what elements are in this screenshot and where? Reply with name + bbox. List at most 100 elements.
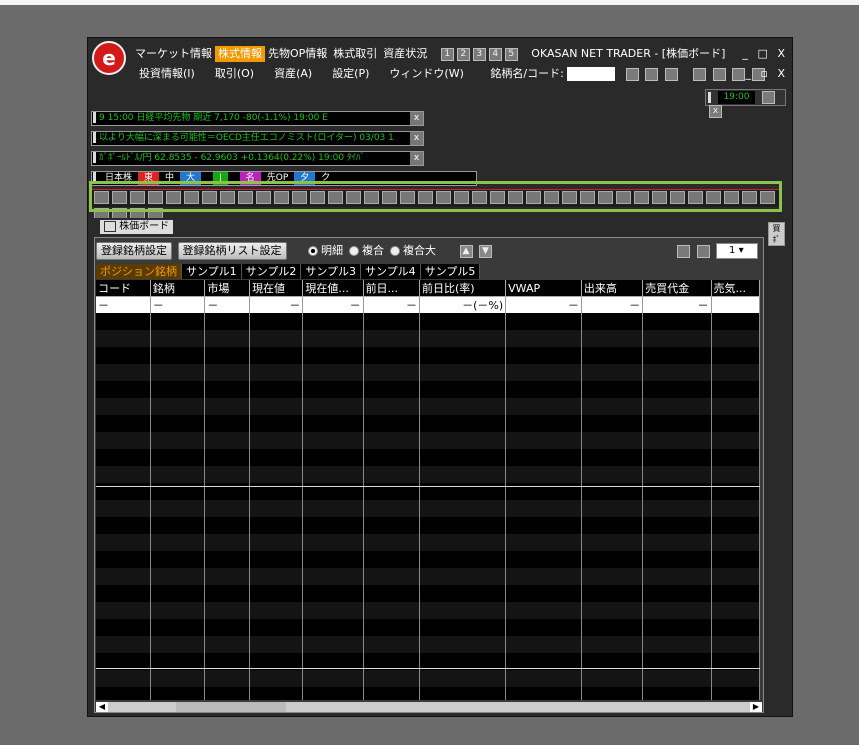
- menu-item-4[interactable]: 資産状況: [380, 46, 430, 62]
- close-button[interactable]: X: [774, 46, 788, 62]
- view-mode-radio[interactable]: 複合大: [390, 244, 436, 257]
- menu-item-0[interactable]: マーケット情報: [132, 46, 215, 62]
- table-cell: [96, 551, 151, 568]
- table-row[interactable]: [96, 466, 760, 483]
- column-header[interactable]: コード: [96, 280, 151, 297]
- minimize-button[interactable]: _: [740, 46, 752, 62]
- clock-close-icon[interactable]: x: [709, 105, 722, 118]
- table-cell: [581, 313, 644, 330]
- table-row[interactable]: [96, 364, 760, 381]
- tool-icon[interactable]: [693, 67, 707, 81]
- table-row[interactable]: [96, 313, 760, 330]
- side-tab-buy-position[interactable]: 買ﾎﾟ: [768, 222, 785, 246]
- menu-item-3[interactable]: 株式取引: [330, 46, 380, 62]
- table-row[interactable]: [96, 619, 760, 636]
- column-header[interactable]: VWAP: [505, 280, 582, 297]
- quick-slot-button[interactable]: 1: [440, 47, 454, 61]
- column-header[interactable]: 出来高: [581, 280, 644, 297]
- menu2-item-0[interactable]: 投資情報(I): [136, 66, 198, 82]
- table-row[interactable]: [96, 330, 760, 347]
- table-cell: [302, 568, 364, 585]
- column-header[interactable]: 市場: [204, 280, 251, 297]
- table-cell: [249, 347, 304, 364]
- table-row[interactable]: [96, 585, 760, 602]
- table-row[interactable]: [96, 381, 760, 398]
- window-icon[interactable]: [696, 244, 710, 258]
- column-header[interactable]: 売気...: [711, 280, 760, 297]
- quick-slot-button[interactable]: 3: [472, 47, 486, 61]
- table-row[interactable]: －－－－－－－(－%) －－－: [96, 296, 760, 313]
- table-cell: [96, 381, 151, 398]
- quick-slot-button[interactable]: 4: [488, 47, 502, 61]
- table-row[interactable]: [96, 534, 760, 551]
- tab-1[interactable]: サンプル1: [182, 264, 242, 279]
- tool-icon[interactable]: [625, 67, 639, 81]
- table-row[interactable]: [96, 432, 760, 449]
- scroll-right-icon[interactable]: ▶: [750, 702, 762, 712]
- ticker-close-icon[interactable]: x: [410, 152, 423, 165]
- menu2-item-2[interactable]: 資産(A): [271, 66, 315, 82]
- view-mode-radio[interactable]: 複合: [349, 244, 384, 257]
- table-cell: [150, 381, 206, 398]
- table-row[interactable]: [96, 347, 760, 364]
- mdi-minimize-button[interactable]: _: [742, 66, 754, 82]
- table-row[interactable]: [96, 398, 760, 415]
- tab-3[interactable]: サンプル3: [301, 264, 362, 279]
- menu2-item-1[interactable]: 取引(O): [212, 66, 257, 82]
- quick-slot-button[interactable]: 2: [456, 47, 470, 61]
- table-cell: [363, 381, 421, 398]
- layout-icon[interactable]: [677, 244, 690, 258]
- menu-item-2[interactable]: 先物OP情報: [265, 46, 330, 62]
- table-row[interactable]: [96, 500, 760, 517]
- column-header[interactable]: 現在値...: [302, 280, 364, 297]
- maximize-button[interactable]: □: [755, 46, 771, 62]
- register-list-button[interactable]: 登録銘柄リスト設定: [177, 242, 287, 260]
- tool-icon[interactable]: [712, 67, 726, 81]
- table-row[interactable]: [96, 415, 760, 432]
- tool-icon[interactable]: [664, 67, 678, 81]
- table-row[interactable]: [96, 602, 760, 619]
- code-input[interactable]: [567, 67, 616, 81]
- table-row[interactable]: [96, 636, 760, 653]
- table-cell: [581, 364, 644, 381]
- page-select[interactable]: 1 ▾: [716, 243, 758, 259]
- table-row[interactable]: [96, 449, 760, 466]
- tab-5[interactable]: サンプル5: [420, 264, 481, 279]
- clock-settings-icon[interactable]: [761, 91, 775, 104]
- table-cell: [642, 347, 712, 364]
- table-cell: [505, 466, 582, 483]
- horizontal-scrollbar[interactable]: ◀ ▶: [96, 702, 762, 712]
- column-header[interactable]: 前日比(率): [419, 280, 507, 297]
- arrow-down-icon[interactable]: ▼: [479, 244, 492, 258]
- column-header[interactable]: 銘柄: [150, 280, 206, 297]
- table-cell: [581, 602, 644, 619]
- tab-0[interactable]: ポジション銘柄: [96, 264, 182, 279]
- mdi-close-button[interactable]: X: [774, 66, 788, 82]
- column-header[interactable]: 売買代金: [642, 280, 712, 297]
- tab-4[interactable]: サンプル4: [361, 264, 421, 279]
- view-mode-radio[interactable]: 明細: [308, 244, 343, 257]
- scroll-thumb[interactable]: [176, 702, 286, 712]
- ticker-close-icon[interactable]: x: [410, 132, 423, 145]
- arrow-up-icon[interactable]: ▲: [459, 244, 473, 258]
- mdi-restore-button[interactable]: ▫: [757, 66, 770, 82]
- menu2-item-3[interactable]: 設定(P): [329, 66, 372, 82]
- table-row[interactable]: [96, 551, 760, 568]
- table-cell: [204, 534, 251, 551]
- table-cell: [150, 347, 206, 364]
- scroll-left-icon[interactable]: ◀: [96, 702, 108, 712]
- ticker-close-icon[interactable]: x: [410, 112, 423, 125]
- tab-2[interactable]: サンプル2: [241, 264, 302, 279]
- radio-circle-icon: [349, 246, 359, 256]
- column-header[interactable]: 前日...: [363, 280, 421, 297]
- tool-icon[interactable]: [645, 67, 659, 81]
- table-row[interactable]: [96, 670, 760, 687]
- menu2-item-4[interactable]: ウィンドウ(W): [386, 66, 466, 82]
- quick-slot-button[interactable]: 5: [504, 47, 518, 61]
- table-row[interactable]: [96, 568, 760, 585]
- table-row[interactable]: [96, 517, 760, 534]
- menu-item-1[interactable]: 株式情報: [215, 46, 265, 62]
- column-header[interactable]: 現在値: [249, 280, 304, 297]
- register-symbols-button[interactable]: 登録銘柄設定: [96, 242, 172, 260]
- table-row[interactable]: [96, 687, 760, 700]
